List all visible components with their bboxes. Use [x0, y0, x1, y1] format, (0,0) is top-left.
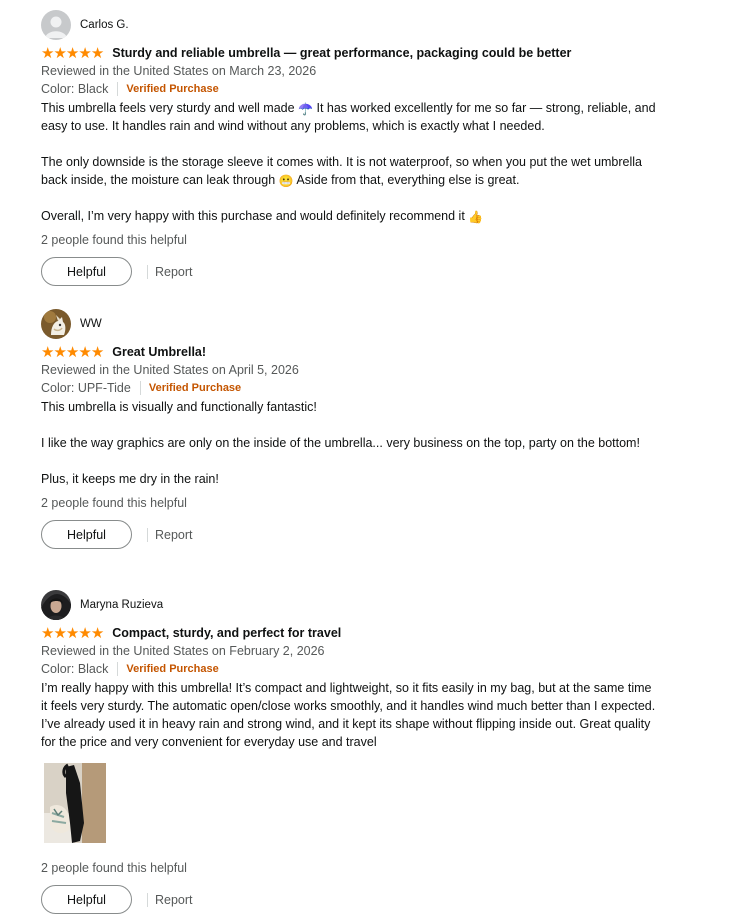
- star-icon: ★: [90, 343, 104, 361]
- review-date: Reviewed in the United States on Februar…: [41, 644, 325, 658]
- star-icon: ★: [53, 343, 66, 361]
- default-avatar-icon: [41, 10, 71, 40]
- reviewer-profile[interactable]: Carlos G.: [41, 10, 681, 40]
- star-icon: ★: [78, 343, 91, 361]
- star-icon: ★: [65, 44, 79, 62]
- helpful-count: 2 people found this helpful: [41, 496, 187, 510]
- divider: [147, 527, 148, 542]
- product-variant[interactable]: Color: UPF-Tide: [41, 379, 131, 397]
- verified-purchase-badge: Verified Purchase: [126, 83, 219, 95]
- review-text: This umbrella feels very sturdy and well…: [41, 101, 295, 115]
- umbrella-emoji-icon: ☂️: [298, 102, 314, 116]
- review-text: I like the way graphics are only on the …: [41, 436, 640, 450]
- divider: [117, 662, 119, 676]
- star-icon: ★: [65, 343, 79, 361]
- review-body: This umbrella feels very sturdy and well…: [41, 99, 661, 225]
- review-text: Plus, it keeps me dry in the rain!: [41, 472, 219, 486]
- report-link[interactable]: Report: [155, 893, 193, 907]
- star-icon: ★: [41, 343, 54, 361]
- star-icon: ★: [90, 44, 104, 62]
- helpful-count: 2 people found this helpful: [41, 861, 187, 875]
- reviewer-profile[interactable]: Maryna Ruzieva: [41, 590, 681, 620]
- star-rating[interactable]: ★ ★ ★ ★ ★: [41, 343, 104, 361]
- review-text: This umbrella is visually and functional…: [41, 400, 317, 414]
- reviewer-profile[interactable]: WW: [41, 309, 681, 339]
- star-icon: ★: [65, 624, 79, 642]
- product-variant[interactable]: Color: Black: [41, 660, 108, 678]
- review-card: Carlos G. ★ ★ ★ ★ ★ Sturdy and reliable umbr…: [41, 10, 681, 286]
- star-icon: ★: [78, 624, 91, 642]
- star-rating[interactable]: ★ ★ ★ ★ ★: [41, 44, 104, 62]
- review-title[interactable]: Great Umbrella!: [112, 345, 206, 359]
- review-body: This umbrella is visually and functional…: [41, 398, 661, 488]
- review-text: Aside from that, everything else is grea…: [293, 173, 520, 187]
- product-variant[interactable]: Color: Black: [41, 80, 108, 98]
- helpful-button[interactable]: Helpful: [41, 885, 132, 914]
- divider: [139, 381, 141, 395]
- reviewer-name: Maryna Ruzieva: [80, 599, 164, 611]
- review-card: WW ★ ★ ★ ★ ★ Great Umbrella! Reviewed in the…: [41, 309, 681, 549]
- review-card: Maryna Ruzieva ★ ★ ★ ★ ★ Compact, sturdy, an…: [41, 590, 681, 914]
- divider: [147, 264, 148, 279]
- report-link[interactable]: Report: [155, 528, 193, 542]
- verified-purchase-badge: Verified Purchase: [148, 382, 242, 394]
- review-photo-thumbnail[interactable]: [44, 763, 106, 843]
- star-icon: ★: [53, 44, 66, 62]
- review-text: I’m really happy with this umbrella! It’…: [41, 681, 656, 749]
- avatar: [41, 309, 71, 339]
- reviewer-name: Carlos G.: [80, 19, 129, 31]
- avatar: [41, 590, 71, 620]
- star-icon: ★: [41, 624, 54, 642]
- helpful-count: 2 people found this helpful: [41, 233, 187, 247]
- star-rating[interactable]: ★ ★ ★ ★ ★: [41, 624, 104, 642]
- divider: [117, 82, 119, 96]
- review-title[interactable]: Sturdy and reliable umbrella — great per…: [112, 46, 571, 60]
- star-icon: ★: [41, 44, 54, 62]
- divider: [147, 892, 148, 907]
- review-date: Reviewed in the United States on March 2…: [41, 64, 317, 78]
- verified-purchase-badge: Verified Purchase: [126, 663, 219, 675]
- review-text: Overall, I’m very happy with this purcha…: [41, 209, 465, 223]
- reviewer-name: WW: [80, 318, 102, 330]
- helpful-button[interactable]: Helpful: [41, 520, 132, 549]
- review-date: Reviewed in the United States on April 5…: [41, 363, 299, 377]
- star-icon: ★: [90, 624, 104, 642]
- review-body: I’m really happy with this umbrella! It’…: [41, 679, 661, 751]
- grimace-emoji-icon: 😬: [278, 174, 294, 188]
- report-link[interactable]: Report: [155, 265, 193, 279]
- star-icon: ★: [78, 44, 91, 62]
- review-title[interactable]: Compact, sturdy, and perfect for travel: [112, 626, 341, 640]
- helpful-button[interactable]: Helpful: [41, 257, 132, 286]
- thumbs-up-emoji-icon: 👍: [468, 210, 484, 224]
- star-icon: ★: [53, 624, 66, 642]
